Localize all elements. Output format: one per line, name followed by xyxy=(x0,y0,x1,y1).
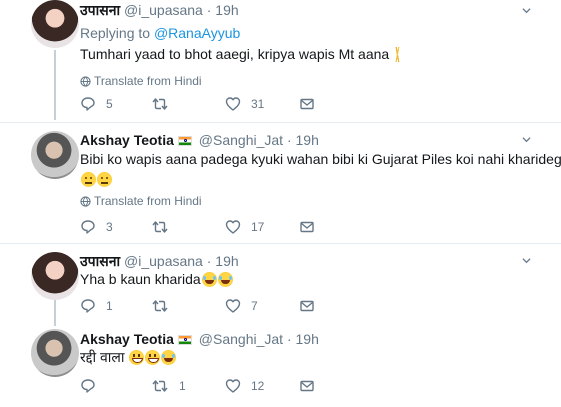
avatar[interactable] xyxy=(31,0,79,48)
message-button[interactable] xyxy=(299,378,315,396)
tweet-2[interactable]: Akshay Teotia @Sanghi_Jat · 19h Bibi ko … xyxy=(0,131,561,241)
display-name[interactable]: Akshay Teotia xyxy=(80,331,174,347)
separator: · xyxy=(206,253,212,269)
timestamp[interactable]: 19h xyxy=(296,331,319,347)
like-count: 17 xyxy=(251,220,265,234)
display-name[interactable]: उपासना xyxy=(80,253,120,269)
grinning-emoji xyxy=(129,350,145,365)
reply-button[interactable] xyxy=(80,378,106,396)
globe-icon xyxy=(80,196,91,207)
timestamp[interactable]: 19h xyxy=(215,2,238,18)
display-name[interactable]: Akshay Teotia xyxy=(80,132,174,148)
user-handle[interactable]: @Sanghi_Jat xyxy=(199,331,283,347)
like-icon xyxy=(225,97,241,111)
tweet-3[interactable]: उपासना @i_upasana · 19h Yha b kaun khari… xyxy=(0,252,561,322)
tweet-1[interactable]: उपासना @i_upasana · 19h Replying to @Ran… xyxy=(0,0,561,120)
grinning-emoji xyxy=(145,350,161,365)
like-button[interactable]: 17 xyxy=(225,219,264,237)
tweet-text-content: Bibi ko wapis aana padega kyuki wahan bi… xyxy=(80,151,561,167)
separator: · xyxy=(286,331,292,347)
like-count: 31 xyxy=(251,97,265,111)
neutral-face-emoji xyxy=(97,172,112,187)
translate-label: Translate from Hindi xyxy=(94,74,202,88)
message-icon xyxy=(300,300,314,312)
pray-emoji xyxy=(391,47,405,62)
user-handle[interactable]: @i_upasana xyxy=(124,2,203,18)
timestamp[interactable]: 19h xyxy=(215,253,238,269)
retweet-button[interactable] xyxy=(151,298,179,316)
separator: · xyxy=(286,132,292,148)
retweet-button[interactable] xyxy=(151,219,179,237)
retweet-icon xyxy=(152,380,168,392)
reply-button[interactable]: 3 xyxy=(80,219,113,237)
avatar[interactable] xyxy=(31,131,79,179)
avatar[interactable] xyxy=(31,252,79,300)
user-handle[interactable]: @Sanghi_Jat xyxy=(199,132,283,148)
reply-button[interactable]: 1 xyxy=(80,298,113,316)
divider xyxy=(0,122,561,123)
like-button[interactable]: 12 xyxy=(225,378,264,396)
tweet-4[interactable]: Akshay Teotia @Sanghi_Jat · 19h रद्दी वा… xyxy=(0,329,561,401)
message-icon xyxy=(300,380,314,392)
tweet-text: Yha b kaun kharida xyxy=(80,269,233,289)
tweet-text-content: Yha b kaun kharida xyxy=(80,271,201,287)
timestamp[interactable]: 19h xyxy=(296,132,319,148)
replying-to: Replying to @RanaAyyub xyxy=(80,25,240,41)
india-flag-icon xyxy=(177,335,192,345)
tweet-text: रद्दी वाला xyxy=(80,347,177,367)
reply-count: 5 xyxy=(106,97,113,111)
replying-to-label: Replying to xyxy=(80,25,154,41)
globe-icon xyxy=(80,76,91,87)
retweet-icon xyxy=(152,98,168,110)
like-button[interactable]: 7 xyxy=(225,298,258,316)
separator: · xyxy=(206,2,212,18)
reply-icon xyxy=(81,379,95,393)
laughing-tears-emoji xyxy=(161,350,177,365)
like-count: 12 xyxy=(251,379,265,393)
retweet-button[interactable]: 1 xyxy=(151,378,186,396)
translate-link[interactable]: Translate from Hindi xyxy=(80,74,202,88)
translate-label: Translate from Hindi xyxy=(94,194,202,208)
tweet-text-emojis xyxy=(80,169,561,189)
reply-count: 1 xyxy=(106,299,113,313)
tweet-text: Bibi ko wapis aana padega kyuki wahan bi… xyxy=(80,149,561,189)
message-icon xyxy=(300,98,314,110)
reply-count: 3 xyxy=(106,220,113,234)
retweet-button[interactable] xyxy=(151,96,179,114)
chevron-down-icon[interactable] xyxy=(522,256,531,265)
user-handle[interactable]: @i_upasana xyxy=(124,253,203,269)
message-icon xyxy=(300,221,314,233)
chevron-down-icon[interactable] xyxy=(522,135,531,144)
neutral-face-emoji xyxy=(81,172,96,187)
reply-icon xyxy=(81,220,95,234)
like-button[interactable]: 31 xyxy=(225,96,264,114)
retweet-icon xyxy=(152,221,168,233)
retweet-icon xyxy=(152,300,168,312)
laughing-tears-emoji xyxy=(217,272,233,287)
reply-icon xyxy=(81,299,95,313)
like-icon xyxy=(225,379,241,393)
tweet-text-content: रद्दी वाला xyxy=(80,349,125,365)
india-flag-icon xyxy=(177,136,192,146)
like-icon xyxy=(225,299,241,313)
message-button[interactable] xyxy=(299,219,315,237)
like-count: 7 xyxy=(251,299,258,313)
reply-icon xyxy=(81,97,95,111)
divider xyxy=(0,243,561,244)
laughing-tears-emoji xyxy=(201,272,217,287)
tweet-text-content: Tumhari yaad to bhot aaegi, kripya wapis… xyxy=(80,46,390,62)
mention-link[interactable]: @RanaAyyub xyxy=(154,25,240,41)
reply-button[interactable]: 5 xyxy=(80,96,113,114)
message-button[interactable] xyxy=(299,298,315,316)
retweet-count: 1 xyxy=(179,379,186,393)
tweet-text: Tumhari yaad to bhot aaegi, kripya wapis… xyxy=(80,44,405,64)
like-icon xyxy=(225,220,241,234)
avatar[interactable] xyxy=(31,329,79,377)
message-button[interactable] xyxy=(299,96,315,114)
display-name[interactable]: उपासना xyxy=(80,2,120,18)
translate-link[interactable]: Translate from Hindi xyxy=(80,194,202,208)
chevron-down-icon[interactable] xyxy=(522,6,531,15)
